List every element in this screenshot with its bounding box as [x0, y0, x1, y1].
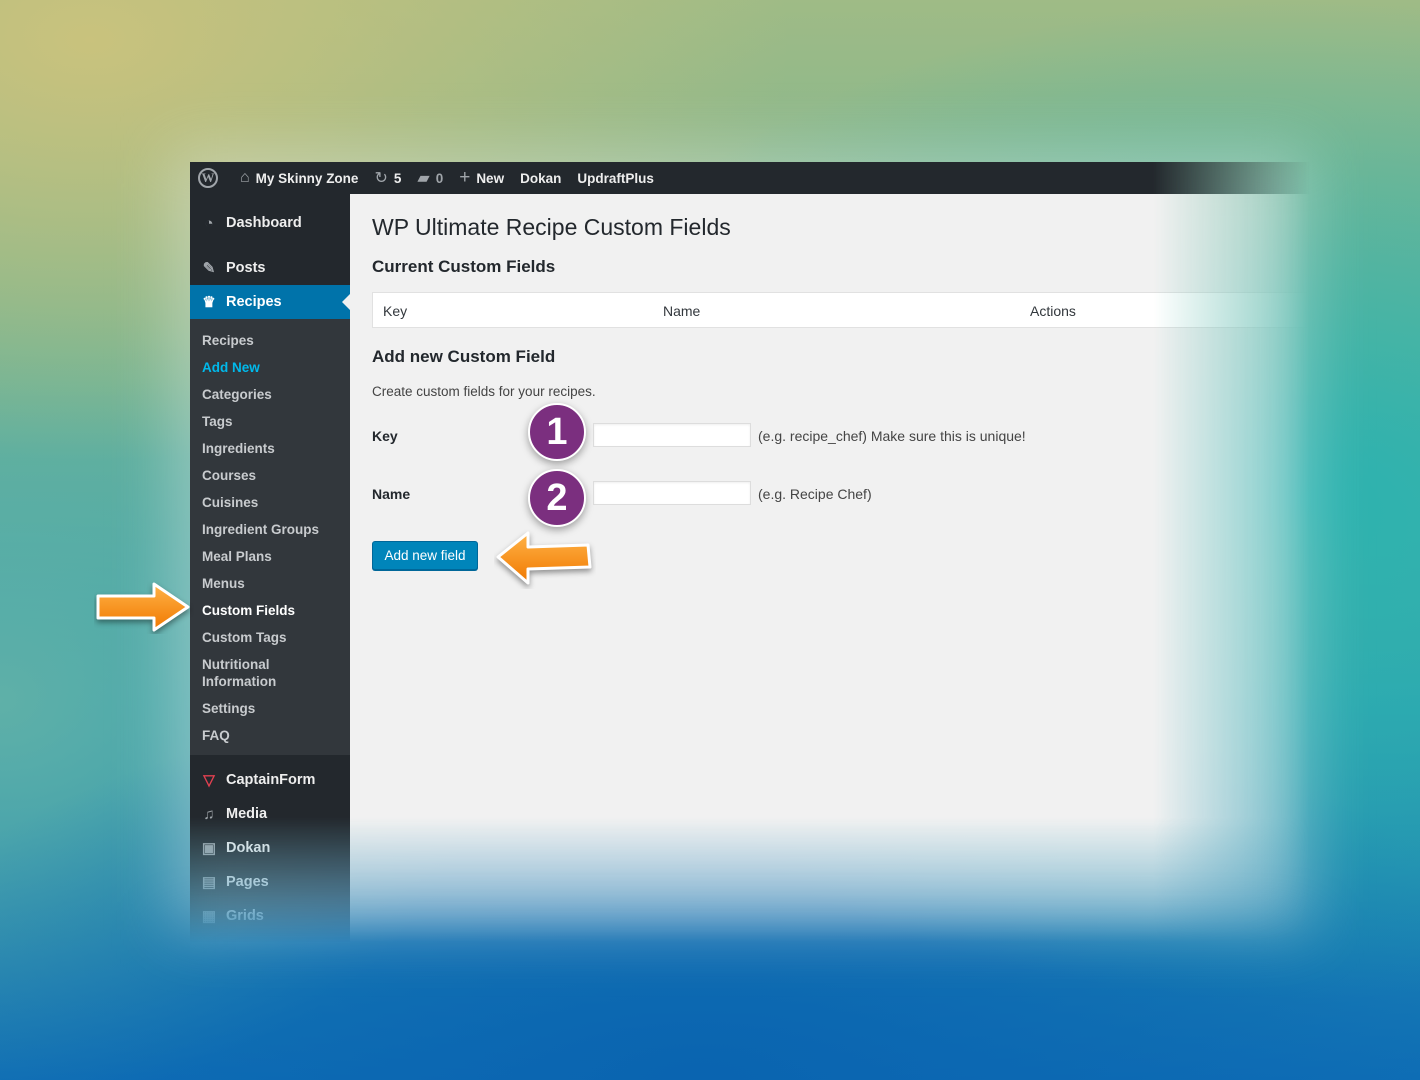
submenu-meal-plans[interactable]: Meal Plans	[190, 543, 350, 570]
dashboard-icon: ◔	[204, 214, 214, 232]
add-field-description: Create custom fields for your recipes.	[372, 384, 596, 399]
wp-logo-menu[interactable]: W	[190, 162, 226, 194]
name-label: Name	[372, 486, 411, 502]
menu-captainform[interactable]: ▽ CaptainForm	[190, 763, 350, 797]
submenu-courses[interactable]: Courses	[190, 462, 350, 489]
custom-fields-table-header: Key Name Actions	[372, 292, 1310, 328]
submenu-custom-fields[interactable]: Custom Fields	[190, 597, 350, 624]
submenu-nutritional-information[interactable]: Nutritional Information	[190, 651, 294, 695]
pages-icon: ▤	[201, 874, 217, 891]
column-key: Key	[383, 303, 408, 319]
add-field-heading: Add new Custom Field	[372, 347, 556, 366]
admin-bar: W ⌂ My Skinny Zone ↻ 5 ▰ 0 + New Dokan U…	[190, 162, 1310, 194]
name-hint: (e.g. Recipe Chef)	[758, 486, 872, 502]
menu-media[interactable]: ♫ Media	[190, 797, 350, 831]
add-new-field-button[interactable]: Add new field	[372, 541, 478, 570]
browser-window: W ⌂ My Skinny Zone ↻ 5 ▰ 0 + New Dokan U…	[190, 162, 1310, 959]
dokan-icon: ▣	[201, 840, 217, 857]
key-label: Key	[372, 428, 398, 444]
plus-icon: +	[459, 167, 471, 188]
quote-icon: ❝	[204, 942, 214, 959]
menu-dashboard[interactable]: ◔ Dashboard	[190, 206, 350, 240]
submenu-add-new[interactable]: Add New	[190, 354, 350, 381]
menu-testimonials[interactable]: ❝ Testimonials	[190, 933, 350, 967]
pin-icon: ✎	[202, 260, 216, 277]
home-icon: ⌂	[240, 169, 250, 186]
column-name: Name	[663, 303, 701, 319]
submenu-cuisines[interactable]: Cuisines	[190, 489, 350, 516]
submenu-categories[interactable]: Categories	[190, 381, 350, 408]
name-input[interactable]	[593, 481, 751, 505]
new-content-link[interactable]: + New	[451, 162, 512, 194]
menu-posts[interactable]: ✎ Posts	[190, 251, 350, 285]
menu-pages[interactable]: ▤ Pages	[190, 865, 350, 899]
grid-icon: ▦	[201, 908, 217, 925]
submenu-ingredient-groups[interactable]: Ingredient Groups	[190, 516, 350, 543]
arrow-to-custom-fields-icon	[96, 582, 190, 632]
dokan-link[interactable]: Dokan	[512, 162, 569, 194]
media-icon: ♫	[203, 805, 215, 823]
submenu-menus[interactable]: Menus	[190, 570, 350, 597]
menu-grids[interactable]: ▦ Grids	[190, 899, 350, 933]
menu-recipes[interactable]: ♛ Recipes	[190, 285, 350, 319]
recipes-submenu: Recipes Add New Categories Tags Ingredie…	[190, 319, 350, 755]
admin-sidebar: ◔ Dashboard ✎ Posts ♛ Recipes Recipes Ad…	[190, 194, 350, 959]
menu-dokan[interactable]: ▣ Dokan	[190, 831, 350, 865]
submenu-recipes[interactable]: Recipes	[190, 327, 350, 354]
comment-icon: ▰	[417, 170, 430, 187]
column-actions: Actions	[1030, 303, 1076, 319]
key-input[interactable]	[593, 423, 751, 447]
chef-hat-icon: ♛	[202, 294, 216, 311]
updraftplus-link[interactable]: UpdraftPlus	[569, 162, 662, 194]
page-title: WP Ultimate Recipe Custom Fields	[372, 214, 731, 240]
step-1-badge: 1	[528, 403, 586, 461]
current-fields-heading: Current Custom Fields	[372, 257, 556, 276]
updates-link[interactable]: ↻ 5	[366, 162, 409, 194]
site-name-link[interactable]: ⌂ My Skinny Zone	[232, 162, 366, 194]
submenu-settings[interactable]: Settings	[190, 695, 350, 722]
arrow-to-button-icon	[496, 531, 592, 585]
step-2-badge: 2	[528, 469, 586, 527]
captainform-icon: ▽	[203, 772, 215, 789]
submenu-ingredients[interactable]: Ingredients	[190, 435, 350, 462]
submenu-tags[interactable]: Tags	[190, 408, 350, 435]
comments-link[interactable]: ▰ 0	[409, 162, 451, 194]
key-hint: (e.g. recipe_chef) Make sure this is uni…	[758, 428, 1026, 444]
submenu-faq[interactable]: FAQ	[190, 722, 350, 749]
refresh-icon: ↻	[374, 170, 388, 187]
submenu-custom-tags[interactable]: Custom Tags	[190, 624, 350, 651]
wordpress-icon: W	[198, 168, 218, 188]
